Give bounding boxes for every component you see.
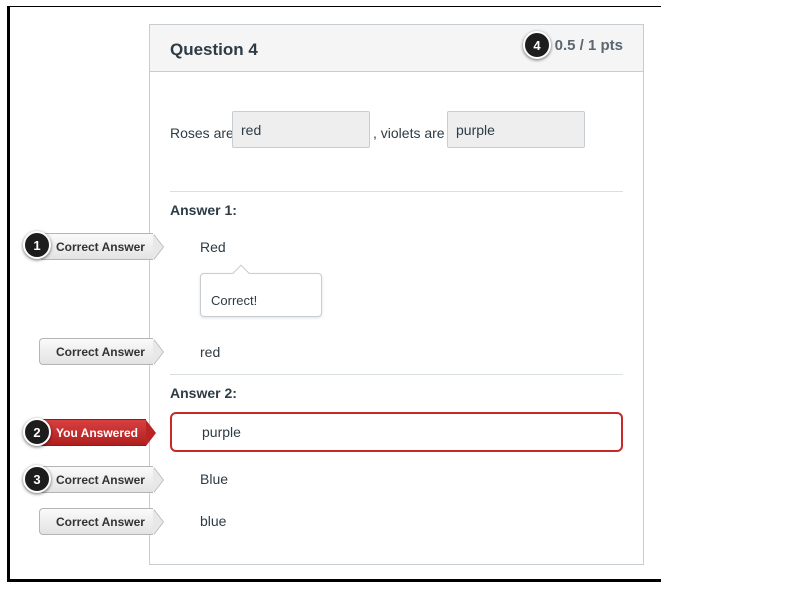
question-card: Question 4 0.5 / 1 pts Roses are red , v… (149, 24, 644, 565)
window-frame-top (9, 6, 661, 7)
answer-1-correct-value: Red (200, 239, 226, 255)
tooltip-arrow (232, 264, 250, 282)
correct-answer-tag: Correct Answer (39, 233, 163, 260)
step-badge-4: 4 (523, 31, 551, 59)
correct-answer-tag: Correct Answer (39, 338, 163, 365)
step-badge-3: 3 (23, 465, 51, 493)
window-frame-left (7, 6, 10, 582)
step-badge-1: 1 (23, 231, 51, 259)
question-header: Question 4 0.5 / 1 pts (150, 25, 643, 72)
question-text-part: Roses are (170, 125, 234, 141)
answer-2-alt-value: blue (200, 513, 227, 529)
tag-arrow (152, 508, 163, 535)
tag-arrow (152, 233, 163, 260)
blank-answer-2: purple (447, 111, 585, 148)
feedback-text: Correct! (211, 293, 258, 308)
section-divider (170, 191, 623, 192)
question-title: Question 4 (170, 40, 258, 59)
tag-label: You Answered (39, 419, 147, 446)
blank-answer-1: red (232, 111, 370, 148)
tag-label: Correct Answer (39, 508, 153, 535)
correct-answer-tag: Correct Answer (39, 508, 163, 535)
tag-arrow (152, 338, 163, 365)
answer-1-heading: Answer 1: (170, 202, 237, 218)
tag-label: Correct Answer (39, 466, 153, 493)
tag-arrow (152, 466, 163, 493)
feedback-tooltip: Correct! (200, 264, 322, 317)
answer-2-heading: Answer 2: (170, 385, 237, 401)
your-answer-box: purple (170, 412, 623, 452)
you-answered-tag: You Answered (39, 419, 157, 446)
window-frame-bottom (7, 579, 661, 582)
step-badge-2: 2 (23, 418, 51, 446)
answer-2-correct-value: Blue (200, 471, 229, 487)
section-divider (170, 374, 623, 375)
question-points: 0.5 / 1 pts (554, 37, 623, 54)
tag-label: Correct Answer (39, 233, 153, 260)
tag-arrow (146, 419, 157, 446)
your-answer-value: purple (202, 424, 241, 440)
answer-1-alt-value: red (200, 344, 221, 360)
question-text-part: , violets are (373, 125, 445, 141)
correct-answer-tag: Correct Answer (39, 466, 163, 493)
question-text: Roses are red , violets are purple (170, 111, 630, 151)
tag-label: Correct Answer (39, 338, 153, 365)
